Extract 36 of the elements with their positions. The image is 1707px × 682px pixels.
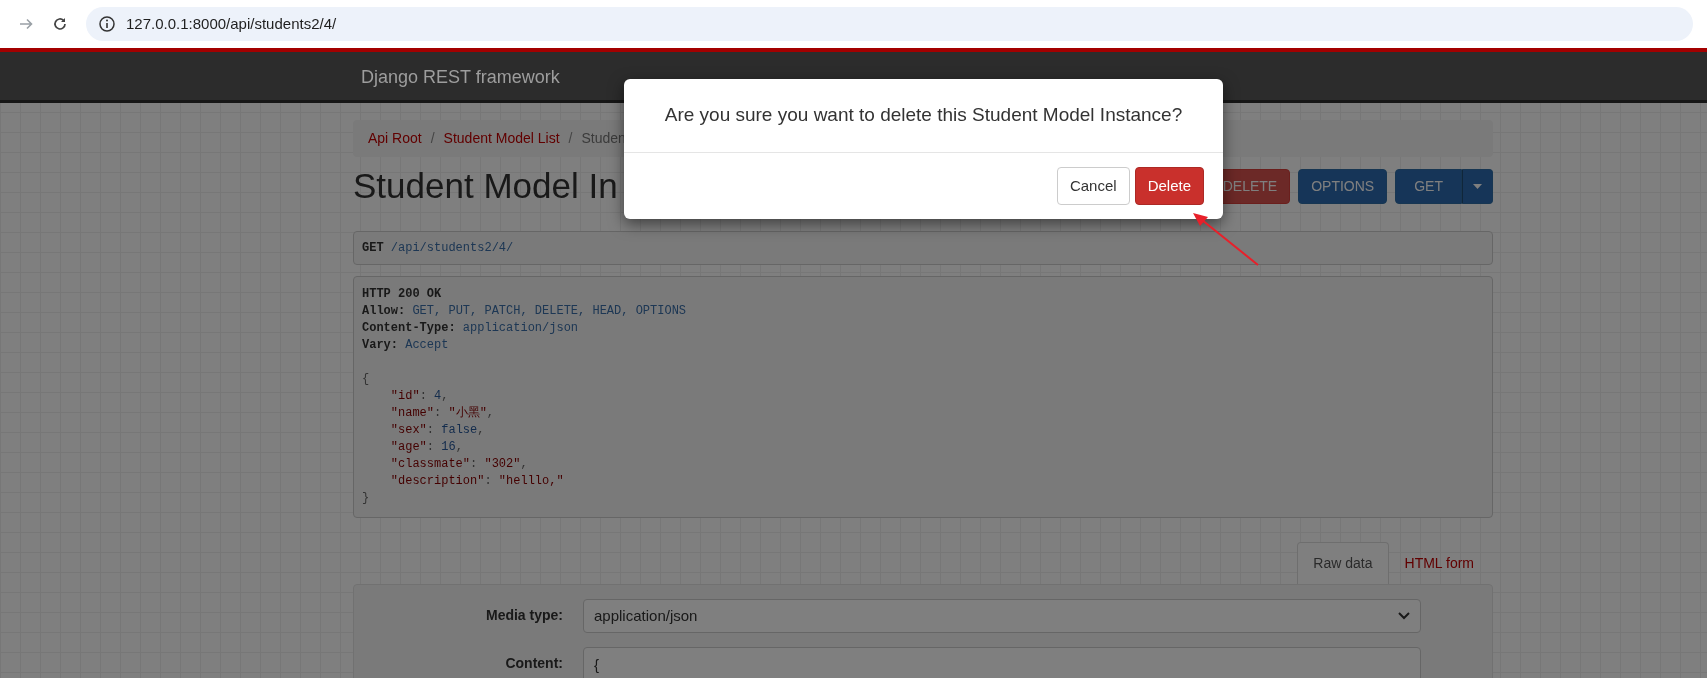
page-title: Student Model In xyxy=(353,165,618,207)
json-brace: } xyxy=(362,490,371,507)
action-button[interactable]: GET xyxy=(1395,168,1462,204)
caret-icon xyxy=(1473,184,1482,190)
delete-button[interactable]: Delete xyxy=(1134,166,1204,205)
breadcrumb-link[interactable]: Student Model List xyxy=(443,128,560,149)
dialog-message: Are you sure you want to delete this Student Model Instance? xyxy=(664,104,1183,125)
breadcrumb-link[interactable]: Api Root xyxy=(368,128,422,149)
field-label: Content: xyxy=(504,654,563,673)
status-line: HTTP 200 OK xyxy=(362,286,443,303)
json-line: "age": 16, xyxy=(389,439,464,456)
json-line: "classmate": "302", xyxy=(389,456,529,473)
form-tab[interactable]: Raw data xyxy=(1297,542,1389,584)
cancel-button[interactable]: Cancel xyxy=(1056,166,1130,205)
action-button[interactable]: OPTIONS xyxy=(1298,168,1388,204)
address-bar[interactable]: 127.0.0.1:8000/api/students2/4/ xyxy=(126,12,337,36)
json-line: "id": 4, xyxy=(389,388,450,405)
form-tab[interactable]: HTML form xyxy=(1388,542,1490,584)
breadcrumb-separator: / xyxy=(429,129,436,148)
navbar-brand[interactable]: Django REST framework xyxy=(361,64,560,91)
info-icon[interactable] xyxy=(98,15,116,33)
json-line: "sex": false, xyxy=(389,422,486,439)
json-line: "description": "helllo," xyxy=(389,473,565,490)
header-line: Content-Type: application/json xyxy=(362,320,580,337)
json-line: "name": "小黑", xyxy=(389,405,496,422)
reload-icon[interactable] xyxy=(52,16,68,32)
arrow-annotation xyxy=(1193,213,1259,266)
select-field[interactable]: application/json xyxy=(583,599,1421,633)
chevron-icon xyxy=(1398,612,1410,620)
header-line: Allow: GET, PUT, PATCH, DELETE, HEAD, OPTIONS xyxy=(362,303,688,320)
dropdown-toggle[interactable] xyxy=(1462,168,1493,204)
breadcrumb-separator: / xyxy=(567,129,574,148)
header-line: Vary: Accept xyxy=(362,337,450,354)
json-brace: { xyxy=(362,371,371,388)
text-area[interactable]: { xyxy=(583,647,1421,678)
field-label: Media type: xyxy=(485,606,563,625)
